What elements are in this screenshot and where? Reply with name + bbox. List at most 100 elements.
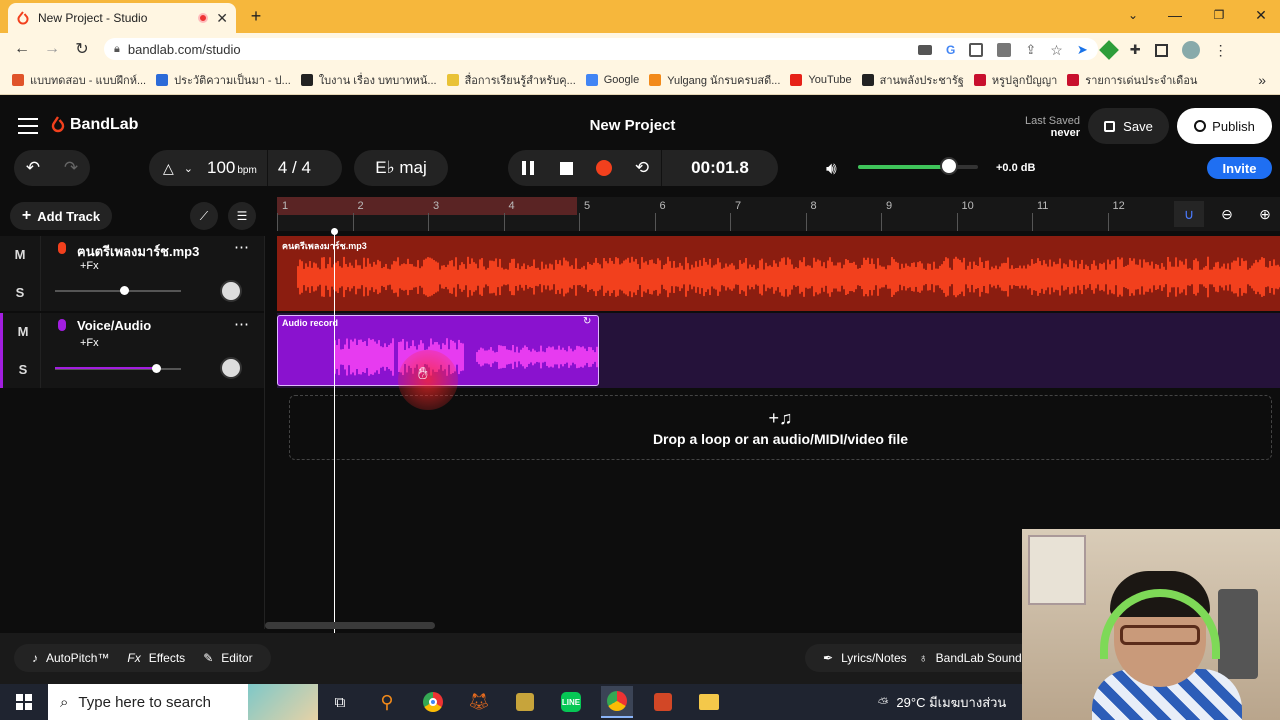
solo-button[interactable]: S (0, 273, 40, 311)
tuner-button[interactable]: ⟋ (190, 202, 218, 230)
mixer-settings-button[interactable]: ☰ (228, 202, 256, 230)
extensions-puzzle-icon[interactable]: ✚ (1130, 42, 1141, 58)
install-icon[interactable] (969, 43, 984, 57)
camera-icon[interactable] (918, 45, 932, 55)
track-header-1[interactable]: M S ฅนตรีเพลงมาร์ช.mp3 ⋯ +Fx (0, 236, 264, 311)
more-options-icon[interactable]: ⋯ (234, 315, 249, 333)
snap-magnet-icon[interactable]: ∪ (1174, 201, 1204, 227)
record-button[interactable] (585, 160, 623, 176)
bookmark-item[interactable]: หรูปลูกปัญญา (973, 71, 1057, 89)
chrome-icon[interactable] (417, 686, 449, 718)
fx-button[interactable]: +Fx (80, 260, 99, 272)
pan-knob[interactable] (220, 357, 242, 379)
mute-button[interactable]: M (3, 313, 43, 350)
lyrics-notes-button[interactable]: ✒ Lyrics/Notes (823, 651, 907, 665)
key-selector[interactable]: E♭ maj (354, 150, 448, 186)
bookmark-item[interactable]: YouTube (790, 73, 852, 86)
metronome-dropdown-icon[interactable]: ⌄ (184, 162, 193, 175)
side-panel-icon[interactable] (1154, 43, 1168, 57)
more-options-icon[interactable]: ⋯ (234, 238, 249, 256)
track-volume-knob[interactable] (151, 364, 161, 373)
metronome-icon[interactable]: △ (163, 160, 174, 177)
app-icon[interactable] (509, 686, 541, 718)
bookmark-item[interactable]: ใบงาน เรื่อง บทบาทหน้... (300, 71, 437, 89)
windows-start-icon[interactable] (8, 686, 40, 718)
extension-gem-icon[interactable] (1098, 40, 1119, 60)
playhead[interactable] (334, 228, 335, 633)
horizontal-scrollbar[interactable] (265, 622, 435, 629)
search-app-icon[interactable]: ⚲ (371, 686, 403, 718)
tempo-field[interactable]: 100 bpm (207, 158, 257, 178)
bookmark-item[interactable]: สานพลังประชารัฐ (861, 71, 964, 89)
editor-button[interactable]: ✎ Editor (203, 651, 252, 665)
extension-arrow-icon[interactable]: ➤ (1077, 42, 1088, 58)
invite-button[interactable]: Invite (1207, 157, 1272, 179)
pan-knob[interactable] (220, 280, 242, 302)
pause-button[interactable] (509, 161, 547, 175)
speaker-icon[interactable]: 🔊︎ (826, 159, 837, 179)
bandlab-sounds-button[interactable]: ♁ BandLab Sounds (919, 651, 1028, 665)
publish-button[interactable]: Publish (1177, 108, 1272, 144)
line-icon[interactable]: LINE (555, 686, 587, 718)
loop-clip-icon[interactable]: ↻ (583, 316, 591, 327)
more-bookmarks-icon[interactable]: » (1258, 72, 1266, 88)
timeline-ruler[interactable]: 1 2 3 4 5 6 7 8 9 10 11 12 ∪ ⊖ ⊕ (277, 197, 1280, 231)
undo-icon[interactable]: ↶ (26, 158, 40, 178)
browser-tab[interactable]: New Project - Studio ✕ (8, 3, 236, 33)
chrome-profile-icon[interactable] (601, 686, 633, 718)
track-name[interactable]: Voice/Audio (77, 318, 151, 333)
bookmark-item[interactable]: สื่อการเรียนรู้สำหรับคุ... (446, 71, 576, 89)
volume-knob[interactable] (940, 157, 959, 175)
bookmark-item[interactable]: ประวัติความเป็นมา - ป... (156, 71, 291, 89)
tab-search-icon[interactable]: ⌄ (1124, 6, 1142, 24)
translate-icon[interactable] (997, 43, 1012, 57)
stop-button[interactable] (547, 161, 585, 175)
fx-button[interactable]: +Fx (80, 337, 99, 349)
playhead-handle[interactable] (331, 228, 338, 235)
share-icon[interactable]: ⇪ (1025, 42, 1036, 58)
track-header-2[interactable]: M S Voice/Audio ⋯ +Fx (0, 313, 264, 388)
redo-icon[interactable]: ↷ (64, 158, 78, 178)
mute-button[interactable]: M (0, 236, 40, 273)
file-explorer-icon[interactable] (693, 686, 725, 718)
task-view-icon[interactable]: ⧉ (324, 686, 356, 718)
loop-icon[interactable]: ⟲ (623, 158, 661, 178)
add-track-button[interactable]: + Add Track (10, 202, 112, 230)
loop-region[interactable] (277, 197, 577, 215)
maximize-window-icon[interactable]: ❐ (1210, 6, 1228, 24)
google-icon[interactable]: G (946, 43, 955, 57)
effects-button[interactable]: Fx Effects (127, 651, 185, 665)
reload-icon[interactable]: ↻ (72, 39, 92, 59)
close-tab-icon[interactable]: ✕ (216, 10, 228, 27)
hamburger-menu-icon[interactable] (18, 118, 38, 134)
office-icon[interactable] (647, 686, 679, 718)
back-icon[interactable]: ← (12, 39, 32, 59)
forward-icon[interactable]: → (42, 39, 62, 59)
taskbar-search[interactable]: ⌕ Type here to search (48, 684, 318, 720)
time-signature[interactable]: 4 / 4 (278, 158, 311, 178)
bookmark-item[interactable]: รายการเด่นประจำเดือน (1067, 71, 1197, 89)
autopitch-button[interactable]: ♪ AutoPitch™ (32, 651, 109, 665)
zoom-out-icon[interactable]: ⊖ (1212, 201, 1242, 227)
track-volume-slider[interactable] (55, 290, 181, 292)
track-lane-1[interactable]: ฅนตรีเพลงมาร์ช.mp3 (277, 236, 1280, 311)
track-volume-knob[interactable] (120, 286, 130, 295)
fox-app-icon[interactable]: 🦊︎ (463, 686, 495, 718)
track-name[interactable]: ฅนตรีเพลงมาร์ช.mp3 (77, 241, 199, 262)
profile-avatar[interactable] (1181, 41, 1200, 59)
close-window-icon[interactable]: ✕ (1252, 6, 1270, 24)
new-tab-button[interactable]: + (246, 6, 266, 26)
bookmark-item[interactable]: Yulgang นักรบครบสดี... (649, 71, 780, 89)
solo-button[interactable]: S (3, 350, 43, 388)
project-title[interactable]: New Project (540, 117, 725, 134)
bookmark-item[interactable]: Google (585, 73, 639, 86)
audio-clip-1[interactable]: ฅนตรีเพลงมาร์ช.mp3 (277, 236, 1280, 311)
minimize-window-icon[interactable]: — (1166, 6, 1184, 24)
bookmark-star-icon[interactable]: ☆ (1050, 42, 1063, 59)
weather-widget[interactable]: ⛅︎ 29°C มีเมฆบางส่วน (878, 692, 1006, 713)
bandlab-logo[interactable]: BandLab (50, 116, 138, 134)
bookmark-item[interactable]: แบบทดสอบ - แบบฝึกห์... (12, 71, 146, 89)
save-button[interactable]: Save (1088, 108, 1169, 144)
master-volume-slider[interactable] (858, 157, 978, 175)
chrome-menu-icon[interactable]: ⋮ (1214, 42, 1228, 59)
